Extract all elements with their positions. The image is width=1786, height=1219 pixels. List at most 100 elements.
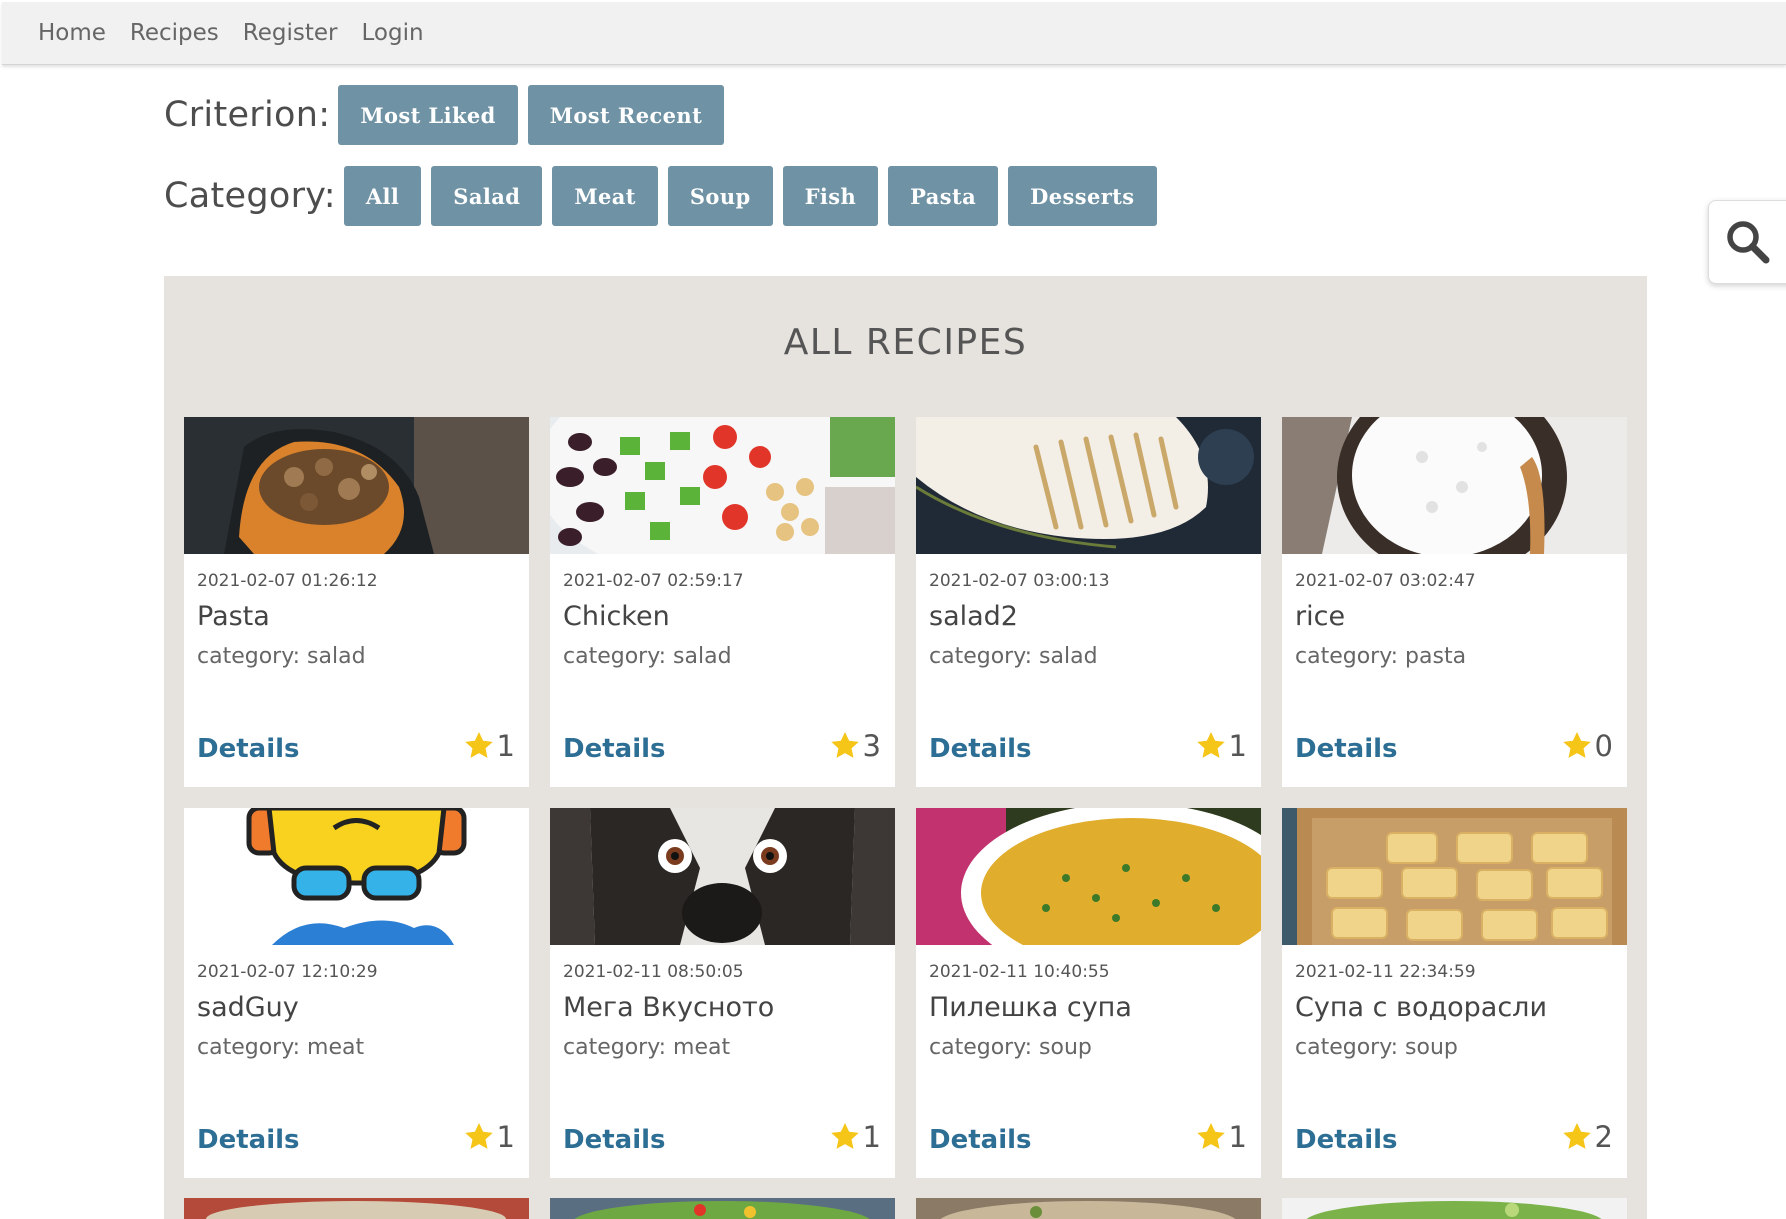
- recipe-title: Мега Вкусното: [563, 992, 775, 1023]
- likes-counter[interactable]: 1: [1195, 729, 1247, 763]
- category-soup-button[interactable]: Soup: [667, 166, 773, 226]
- details-link[interactable]: Details: [1295, 734, 1398, 764]
- details-link[interactable]: Details: [563, 734, 666, 764]
- nav-login[interactable]: Login: [362, 20, 424, 46]
- category-meat-button[interactable]: Meat: [552, 166, 658, 226]
- nav-home[interactable]: Home: [38, 20, 106, 46]
- recipes-panel: ALL RECIPES 2021-02-07 01:26:12 Pasta ca…: [164, 276, 1647, 1219]
- search-toggle[interactable]: [1708, 200, 1786, 284]
- likes-counter[interactable]: 3: [829, 729, 881, 763]
- details-link[interactable]: Details: [197, 1125, 300, 1155]
- star-icon: [830, 732, 859, 758]
- category-label: Category:: [164, 176, 336, 216]
- recipe-grid: 2021-02-07 01:26:12 Pasta category: sala…: [184, 417, 1627, 1178]
- star-icon: [1196, 732, 1225, 758]
- most-recent-button[interactable]: Most Recent: [527, 85, 725, 145]
- star-icon: [464, 732, 493, 758]
- cartoon-character-image[interactable]: [184, 808, 529, 945]
- likes-count: 1: [1228, 729, 1247, 763]
- rice-bowl-image[interactable]: [1282, 417, 1627, 554]
- nav-register[interactable]: Register: [243, 20, 338, 46]
- category-fish-button[interactable]: Fish: [782, 166, 879, 226]
- recipe-category: category: meat: [197, 1035, 365, 1060]
- recipe-category: category: salad: [563, 644, 732, 669]
- recipe-category: category: salad: [929, 644, 1098, 669]
- recipe-title: Пилешка супа: [929, 992, 1132, 1023]
- recipe-category: category: soup: [929, 1035, 1092, 1060]
- panel-title: ALL RECIPES: [783, 322, 1028, 363]
- star-icon: [1562, 732, 1591, 758]
- recipe-card: 2021-02-07 02:59:17 Chicken category: sa…: [550, 417, 895, 787]
- search-icon: [1727, 221, 1770, 264]
- husky-dog-image[interactable]: [550, 808, 895, 945]
- category-pasta-button[interactable]: Pasta: [888, 166, 999, 226]
- likes-counter[interactable]: 2: [1561, 1120, 1613, 1154]
- recipe-title: sadGuy: [197, 992, 299, 1023]
- likes-count: 1: [496, 1120, 515, 1154]
- details-link[interactable]: Details: [929, 734, 1032, 764]
- likes-counter[interactable]: 0: [1561, 729, 1613, 763]
- recipe-card: 2021-02-07 01:26:12 Pasta category: sala…: [184, 417, 529, 787]
- chicken-soup-image[interactable]: [916, 808, 1261, 945]
- recipe-title: salad2: [929, 601, 1018, 632]
- stuffed-squash-image[interactable]: [184, 417, 529, 554]
- details-link[interactable]: Details: [929, 1125, 1032, 1155]
- star-icon: [830, 1123, 859, 1149]
- most-liked-button[interactable]: Most Liked: [338, 85, 518, 145]
- recipe-category: category: salad: [197, 644, 366, 669]
- likes-counter[interactable]: 1: [463, 1120, 515, 1154]
- recipe-card: 2021-02-11 22:34:59 Супа с водорасли cat…: [1282, 808, 1627, 1178]
- recipe-title: rice: [1295, 601, 1346, 632]
- likes-count: 2: [1594, 1120, 1613, 1154]
- likes-counter[interactable]: 1: [1195, 1120, 1247, 1154]
- likes-count: 3: [862, 729, 881, 763]
- recipe-category: category: soup: [1295, 1035, 1458, 1060]
- recipe-card: 2021-02-07 12:10:29 sadGuy category: mea…: [184, 808, 529, 1178]
- recipe-card: 2021-02-07 03:00:13 salad2 category: sal…: [916, 417, 1261, 787]
- criterion-filter: Criterion: Most Liked Most Recent: [164, 85, 734, 145]
- baked-pastries-image[interactable]: [1282, 808, 1627, 945]
- star-icon: [1196, 1123, 1225, 1149]
- likes-counter[interactable]: 1: [463, 729, 515, 763]
- recipe-date: 2021-02-07 03:00:13: [929, 571, 1110, 591]
- recipe-card: 2021-02-07 03:02:47 rice category: pasta…: [1282, 417, 1627, 787]
- grilled-fish-image[interactable]: [916, 417, 1261, 554]
- recipe-title: Супа с водорасли: [1295, 992, 1547, 1023]
- recipe-card: 2021-02-11 10:40:55 Пилешка супа categor…: [916, 808, 1261, 1178]
- nav-recipes[interactable]: Recipes: [130, 20, 219, 46]
- recipe-date: 2021-02-11 10:40:55: [929, 962, 1110, 982]
- recipe-card-partial[interactable]: [550, 1198, 895, 1219]
- category-all-button[interactable]: All: [343, 166, 422, 226]
- star-icon: [1562, 1123, 1591, 1149]
- recipe-card-partial[interactable]: [184, 1198, 529, 1219]
- recipe-title: Chicken: [563, 601, 670, 632]
- likes-count: 1: [1228, 1120, 1247, 1154]
- likes-count: 0: [1594, 729, 1613, 763]
- top-navbar: Home Recipes Register Login: [2, 2, 1786, 65]
- category-filter: Category: All Salad Meat Soup Fish Pasta…: [164, 166, 1167, 226]
- category-desserts-button[interactable]: Desserts: [1008, 166, 1157, 226]
- recipe-category: category: meat: [563, 1035, 731, 1060]
- criterion-label: Criterion:: [164, 95, 331, 135]
- category-salad-button[interactable]: Salad: [431, 166, 543, 226]
- details-link[interactable]: Details: [563, 1125, 666, 1155]
- recipe-grid-next-row: [184, 1198, 1627, 1219]
- recipe-date: 2021-02-07 12:10:29: [197, 962, 378, 982]
- star-icon: [464, 1123, 493, 1149]
- likes-count: 1: [862, 1120, 881, 1154]
- recipe-card-partial[interactable]: [916, 1198, 1261, 1219]
- likes-count: 1: [496, 729, 515, 763]
- recipe-card: 2021-02-11 08:50:05 Мега Вкусното catego…: [550, 808, 895, 1178]
- recipe-date: 2021-02-11 08:50:05: [563, 962, 744, 982]
- recipe-title: Pasta: [197, 601, 270, 632]
- vegetable-salad-image[interactable]: [550, 417, 895, 554]
- likes-counter[interactable]: 1: [829, 1120, 881, 1154]
- recipe-date: 2021-02-07 02:59:17: [563, 571, 744, 591]
- recipe-date: 2021-02-11 22:34:59: [1295, 962, 1476, 982]
- details-link[interactable]: Details: [1295, 1125, 1398, 1155]
- recipe-card-partial[interactable]: [1282, 1198, 1627, 1219]
- recipe-date: 2021-02-07 01:26:12: [197, 571, 378, 591]
- recipe-category: category: pasta: [1295, 644, 1467, 669]
- recipe-date: 2021-02-07 03:02:47: [1295, 571, 1476, 591]
- details-link[interactable]: Details: [197, 734, 300, 764]
